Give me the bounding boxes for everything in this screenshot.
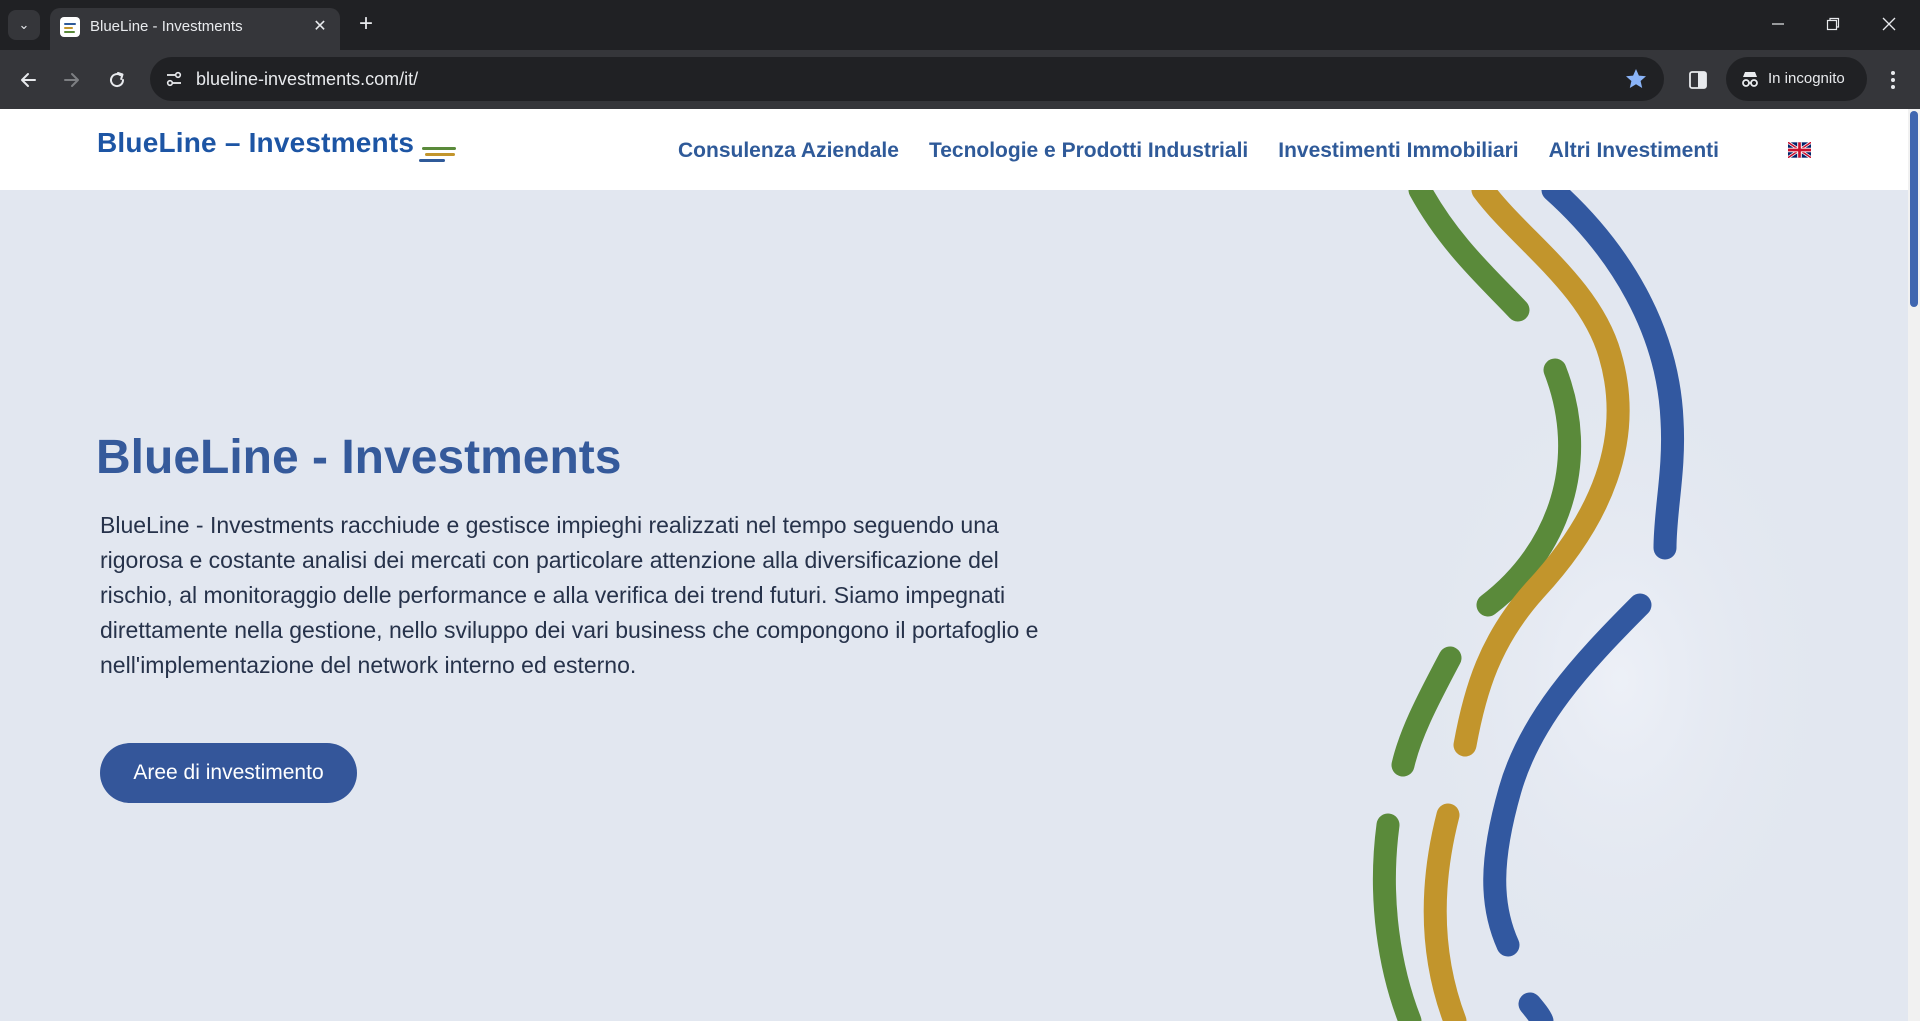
more-vertical-icon[interactable] bbox=[1878, 64, 1908, 96]
nav-consulenza-aziendale[interactable]: Consulenza Aziendale bbox=[678, 139, 899, 163]
decorative-wave-stripes bbox=[1372, 190, 1850, 1021]
brand-lines-icon bbox=[419, 147, 457, 169]
reload-icon[interactable] bbox=[101, 64, 133, 96]
close-icon[interactable]: ✕ bbox=[308, 14, 332, 38]
favicon-icon bbox=[60, 17, 80, 37]
tab-search-icon[interactable]: ⌄ bbox=[8, 10, 40, 40]
incognito-label: In incognito bbox=[1768, 70, 1845, 87]
back-icon[interactable] bbox=[12, 64, 44, 96]
web-page: BlueLine – Investments Consulenza Aziend… bbox=[0, 109, 1920, 1021]
nav-altri-investimenti[interactable]: Altri Investimenti bbox=[1549, 139, 1719, 163]
nav-investimenti-immobiliari[interactable]: Investimenti Immobiliari bbox=[1278, 139, 1518, 163]
site-info-icon[interactable] bbox=[160, 65, 188, 93]
brand-logo-text[interactable]: BlueLine – Investments bbox=[97, 127, 414, 159]
forward-icon[interactable] bbox=[56, 64, 88, 96]
tab-title: BlueLine - Investments bbox=[90, 18, 243, 35]
plus-icon[interactable]: + bbox=[351, 9, 381, 39]
scrollbar-thumb[interactable] bbox=[1910, 111, 1918, 307]
side-panel-icon[interactable] bbox=[1682, 64, 1714, 96]
page-scrollbar[interactable] bbox=[1908, 109, 1920, 1021]
minimize-icon[interactable] bbox=[1755, 4, 1801, 44]
browser-tab-bar: ⌄ BlueLine - Investments ✕ + bbox=[0, 0, 1920, 50]
browser-tab[interactable]: BlueLine - Investments ✕ bbox=[50, 8, 340, 50]
main-nav: Consulenza Aziendale Tecnologie e Prodot… bbox=[678, 139, 1719, 163]
hero-title: BlueLine - Investments bbox=[96, 431, 622, 484]
bookmark-star-icon[interactable] bbox=[1624, 67, 1648, 96]
url-text: blueline-investments.com/it/ bbox=[196, 69, 419, 89]
nav-tecnologie-prodotti-industriali[interactable]: Tecnologie e Prodotti Industriali bbox=[929, 139, 1248, 163]
restore-icon[interactable] bbox=[1810, 4, 1856, 44]
incognito-button[interactable]: In incognito bbox=[1726, 57, 1867, 101]
investment-areas-button[interactable]: Aree di investimento bbox=[100, 743, 357, 803]
window-close-icon[interactable] bbox=[1866, 4, 1912, 44]
hero-description: BlueLine - Investments racchiude e gesti… bbox=[100, 512, 1039, 678]
site-header: BlueLine – Investments Consulenza Aziend… bbox=[0, 109, 1908, 190]
uk-flag-icon[interactable] bbox=[1787, 141, 1812, 159]
browser-toolbar: blueline-investments.com/it/ In incognit… bbox=[0, 50, 1920, 109]
address-bar[interactable]: blueline-investments.com/it/ bbox=[150, 57, 1664, 101]
incognito-icon bbox=[1740, 69, 1760, 94]
